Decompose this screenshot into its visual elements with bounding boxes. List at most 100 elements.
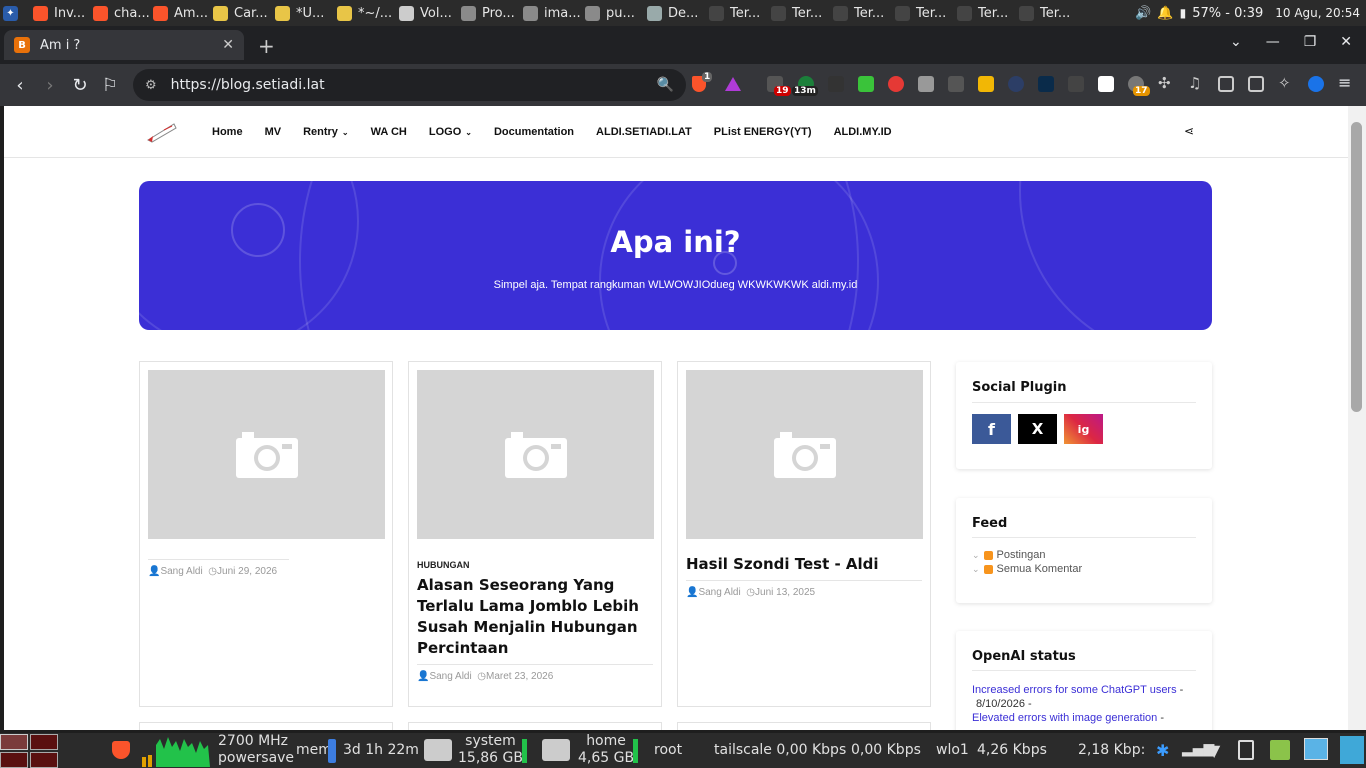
- reload-icon[interactable]: ↻: [65, 75, 95, 96]
- taskbar-task[interactable]: Am...: [150, 0, 210, 26]
- bookmark-icon[interactable]: ⚐: [95, 75, 125, 96]
- taskbar-task[interactable]: Vol...: [396, 0, 458, 26]
- post-thumbnail[interactable]: [148, 370, 385, 539]
- status-link[interactable]: Elevated errors with image generation: [972, 712, 1157, 724]
- profile-icon[interactable]: [1308, 76, 1324, 92]
- post-thumbnail[interactable]: [686, 370, 923, 539]
- volume-icon[interactable]: 🔊: [1135, 6, 1151, 21]
- clipboard-icon[interactable]: [1238, 740, 1254, 760]
- battery-status[interactable]: 57% - 0:39: [1192, 6, 1263, 21]
- feed-item-label[interactable]: Semua Komentar: [997, 563, 1083, 575]
- post-author[interactable]: Sang Aldi: [160, 566, 202, 577]
- taskbar-task[interactable]: ima...: [520, 0, 582, 26]
- post-card-1[interactable]: 👤Sang Aldi ◷Juni 29, 2026: [139, 361, 393, 707]
- taskbar-task[interactable]: Ter...: [892, 0, 954, 26]
- taskbar-task[interactable]: Car...: [210, 0, 272, 26]
- menu-item-mv[interactable]: MV: [265, 126, 282, 138]
- zoom-icon[interactable]: 🔍: [657, 77, 674, 93]
- menu-item-rentry[interactable]: Rentry ⌄: [303, 126, 349, 138]
- pager-desktop-4[interactable]: [30, 752, 58, 768]
- instagram-button[interactable]: ig: [1064, 414, 1103, 444]
- post-category[interactable]: HUBUNGAN: [417, 560, 470, 570]
- pager-desktop-2[interactable]: [30, 734, 58, 750]
- wallet-icon[interactable]: [1248, 76, 1264, 92]
- share-icon[interactable]: ⋖: [1184, 124, 1194, 138]
- back-icon[interactable]: ‹: [5, 75, 35, 96]
- page-scrollbar[interactable]: [1348, 106, 1366, 730]
- clock[interactable]: 10 Agu, 20:54: [1275, 6, 1360, 20]
- post-card-6[interactable]: [677, 722, 931, 730]
- facebook-button[interactable]: f: [972, 414, 1011, 444]
- extension-red-icon[interactable]: [888, 76, 904, 92]
- taskbar-task[interactable]: Ter...: [954, 0, 1016, 26]
- taskbar-task[interactable]: *U...: [272, 0, 334, 26]
- post-card-3[interactable]: Hasil Szondi Test - Aldi 👤Sang Aldi ◷Jun…: [677, 361, 931, 707]
- wifi-icon[interactable]: ▼: [1208, 741, 1220, 760]
- taskbar-task[interactable]: De...: [644, 0, 706, 26]
- menu-item-aldi-my-id[interactable]: ALDI.MY.ID: [834, 126, 892, 138]
- extension-yellow-icon[interactable]: [978, 76, 994, 92]
- brave-rewards-icon[interactable]: [725, 77, 741, 91]
- leo-ai-icon[interactable]: ✧: [1278, 74, 1294, 92]
- taskbar-task[interactable]: Inv...: [30, 0, 90, 26]
- post-thumbnail[interactable]: [417, 370, 654, 539]
- taskbar-task[interactable]: Ter...: [706, 0, 768, 26]
- site-logo[interactable]: [144, 118, 180, 146]
- tab-active[interactable]: B Am i ? ✕: [4, 30, 244, 60]
- sidebar-icon[interactable]: [1218, 76, 1234, 92]
- music-icon[interactable]: ♫: [1188, 74, 1204, 92]
- close-tab-icon[interactable]: ✕: [222, 37, 234, 53]
- extension-x-icon[interactable]: [1038, 76, 1054, 92]
- minimize-icon[interactable]: —: [1266, 34, 1280, 50]
- post-title[interactable]: Alasan Seseorang Yang Terlalu Lama Jombl…: [417, 575, 652, 659]
- screen-icon[interactable]: [1304, 738, 1328, 760]
- pager-desktop-3[interactable]: [0, 752, 28, 768]
- bluetooth-icon[interactable]: ✱: [1156, 741, 1169, 760]
- post-author[interactable]: Sang Aldi: [698, 587, 740, 598]
- menu-icon[interactable]: ≡: [1338, 73, 1354, 92]
- extension-white-icon[interactable]: [1098, 76, 1114, 92]
- taskbar-task[interactable]: Ter...: [830, 0, 892, 26]
- menu-item-aldi-setiadi-lat[interactable]: ALDI.SETIADI.LAT: [596, 126, 692, 138]
- post-title[interactable]: Hasil Szondi Test - Aldi: [686, 554, 921, 575]
- menu-item-plist-energy-yt-[interactable]: PList ENERGY(YT): [714, 126, 812, 138]
- taskbar-task[interactable]: Ter...: [768, 0, 830, 26]
- post-author[interactable]: Sang Aldi: [429, 671, 471, 682]
- status-link[interactable]: Increased errors for some ChatGPT users: [972, 684, 1177, 696]
- taskbar-task[interactable]: pu...: [582, 0, 644, 26]
- extensions-puzzle-icon[interactable]: ✣: [1158, 74, 1174, 92]
- feed-item-postingan[interactable]: ⌄ Postingan: [972, 549, 1045, 561]
- taskbar-task[interactable]: cha...: [90, 0, 150, 26]
- menu-item-documentation[interactable]: Documentation: [494, 126, 574, 138]
- brave-launcher-icon[interactable]: [112, 741, 130, 759]
- menu-item-home[interactable]: Home: [212, 126, 243, 138]
- extension-dark-icon[interactable]: [1068, 76, 1084, 92]
- new-tab-button[interactable]: +: [258, 34, 275, 58]
- notification-bell-icon[interactable]: 🔔: [1157, 6, 1173, 21]
- menu-item-wa-ch[interactable]: WA CH: [371, 126, 407, 138]
- cursor-extension-icon[interactable]: [1008, 76, 1024, 92]
- camera-icon[interactable]: [918, 76, 934, 92]
- get-crx-icon[interactable]: [948, 76, 964, 92]
- scrollbar-thumb[interactable]: [1351, 122, 1362, 412]
- maximize-icon[interactable]: ❐: [1304, 34, 1317, 50]
- extension-green-icon[interactable]: [858, 76, 874, 92]
- x-twitter-button[interactable]: X: [1018, 414, 1057, 444]
- tab-search-chevron-icon[interactable]: ⌄: [1230, 34, 1242, 50]
- site-info-icon[interactable]: ⚙: [145, 78, 157, 93]
- taskbar-task[interactable]: Ter...: [1016, 0, 1078, 26]
- url-text[interactable]: https://blog.setiadi.lat: [171, 77, 325, 93]
- feed-item-komentar[interactable]: ⌄ Semua Komentar: [972, 563, 1082, 575]
- extension-json-icon[interactable]: [828, 76, 844, 92]
- battery-icon[interactable]: ▮: [1180, 6, 1187, 20]
- address-bar[interactable]: ⚙ https://blog.setiadi.lat 🔍: [133, 69, 686, 101]
- taskbar-task[interactable]: Pro...: [458, 0, 520, 26]
- forward-icon[interactable]: ›: [35, 75, 65, 96]
- taskbar-task[interactable]: *~/...: [334, 0, 396, 26]
- post-card-4[interactable]: [139, 722, 393, 730]
- trash-icon[interactable]: [1270, 740, 1290, 760]
- show-desktop-icon[interactable]: [1340, 736, 1364, 764]
- pager-desktop-1[interactable]: [0, 734, 28, 750]
- post-card-2[interactable]: HUBUNGAN Alasan Seseorang Yang Terlalu L…: [408, 361, 662, 707]
- feed-item-label[interactable]: Postingan: [997, 549, 1046, 561]
